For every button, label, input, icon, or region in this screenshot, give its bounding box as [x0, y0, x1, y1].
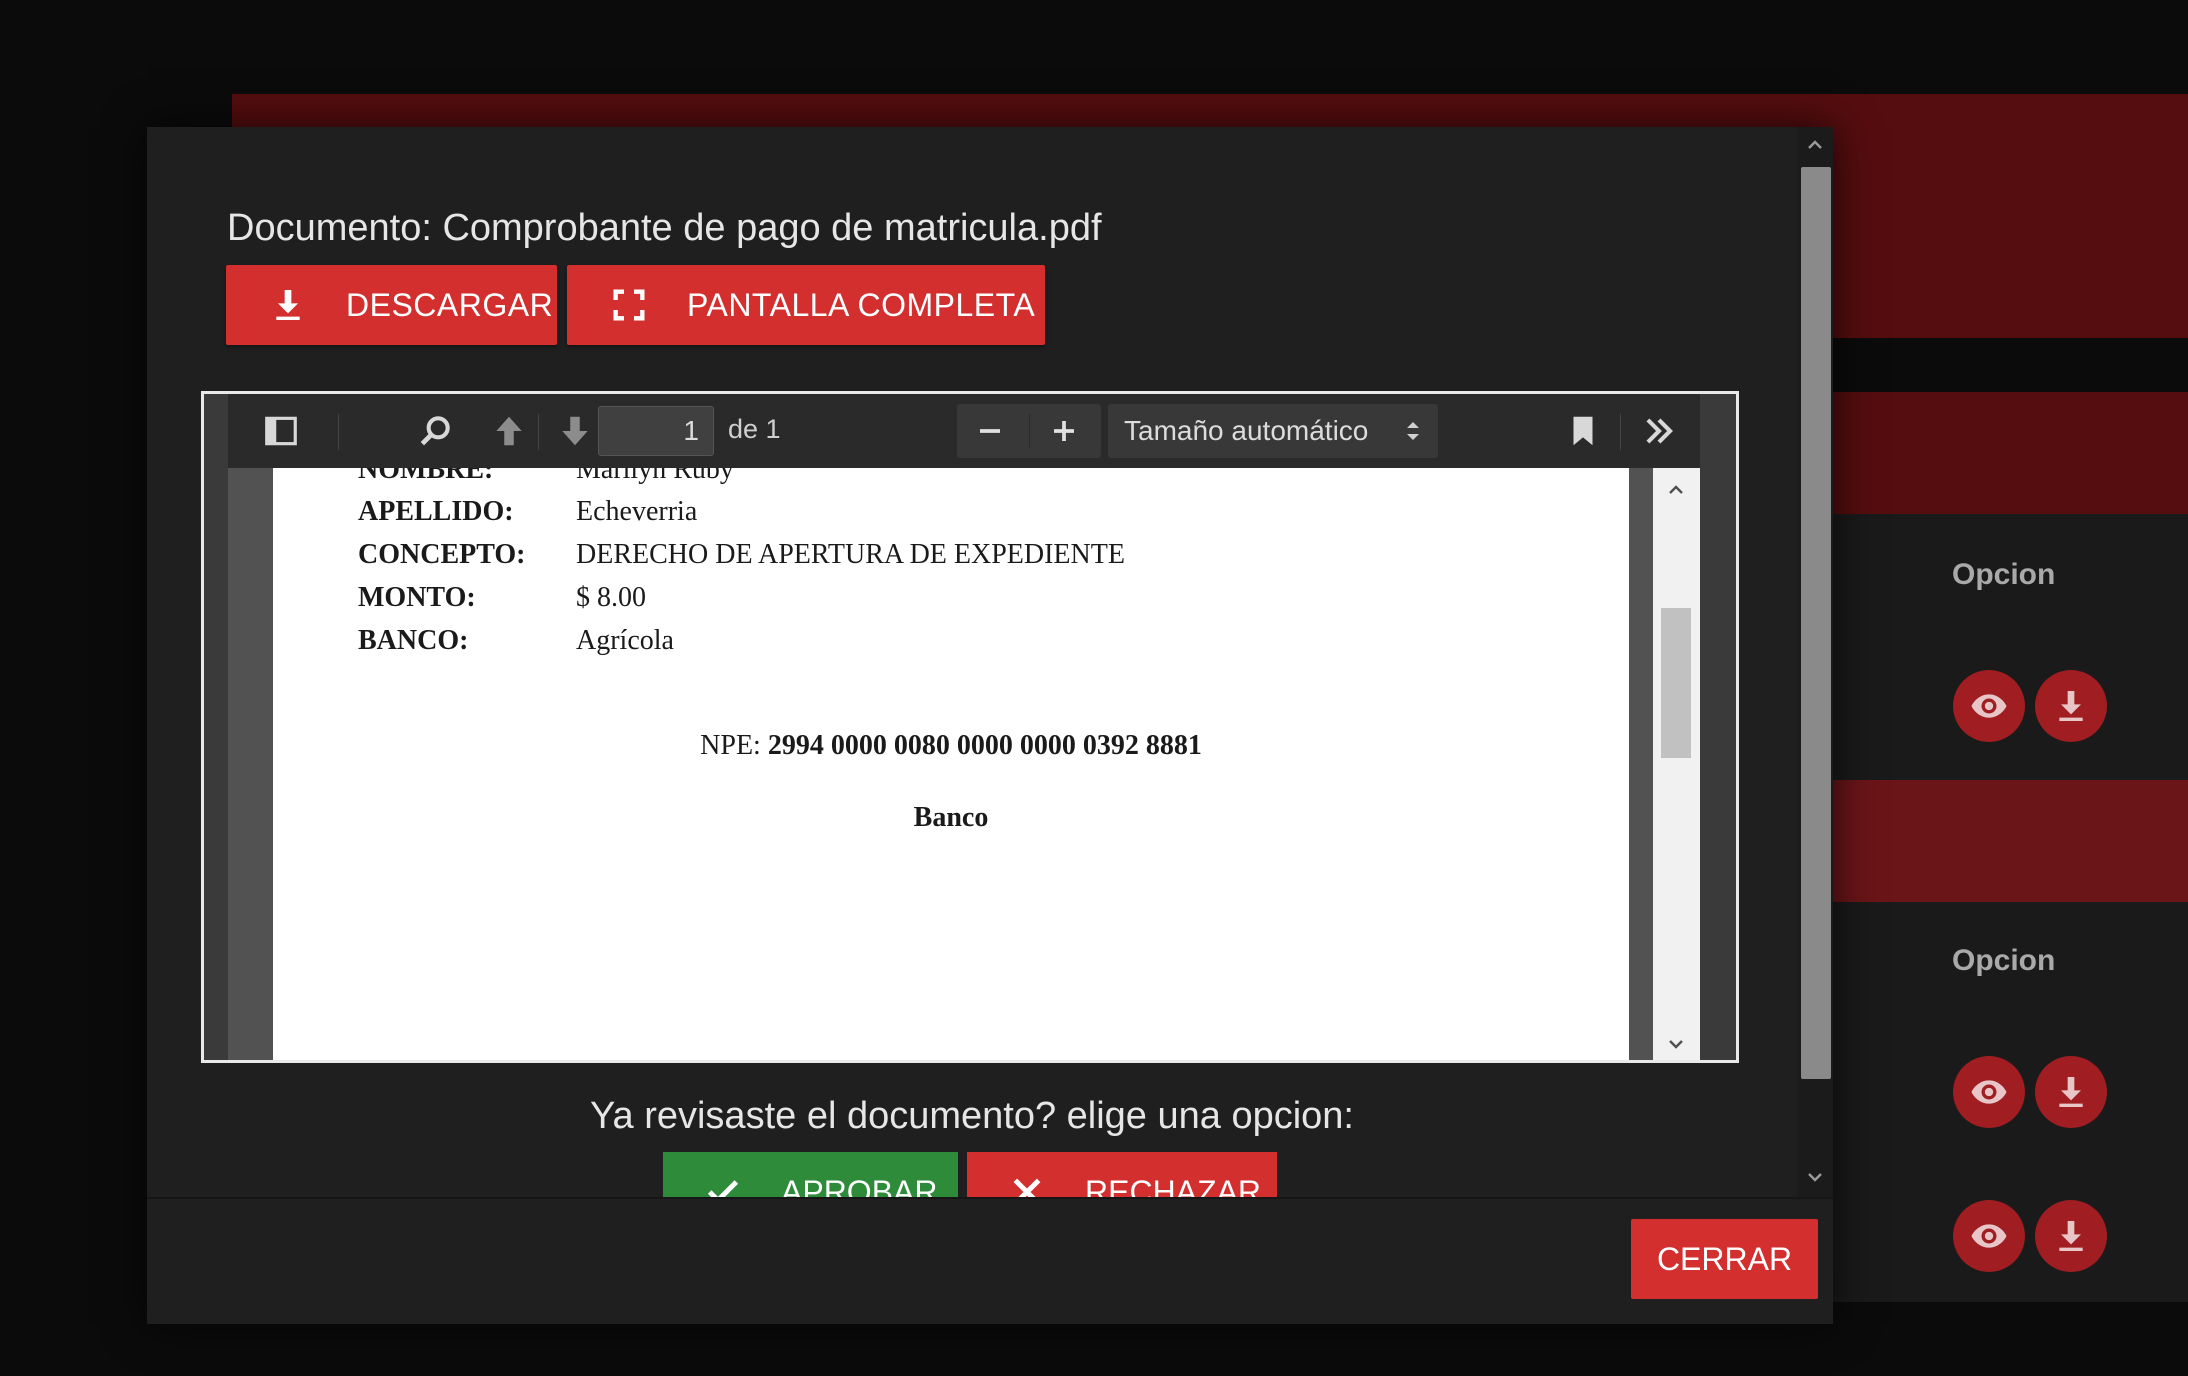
- scroll-down-icon[interactable]: [1805, 1167, 1825, 1187]
- eye-icon: [1971, 1080, 2007, 1104]
- document-title: Documento: Comprobante de pago de matric…: [227, 207, 1102, 249]
- zoom-out-icon[interactable]: [975, 416, 1005, 446]
- modal-scrollbar[interactable]: [1797, 127, 1833, 1197]
- pdf-scrollbar-thumb[interactable]: [1661, 608, 1691, 758]
- view-document-button[interactable]: [1953, 1056, 2025, 1128]
- review-question: Ya revisaste el documento? elige una opc…: [589, 1095, 1354, 1137]
- modal-scrollbar-thumb[interactable]: [1801, 167, 1831, 1079]
- toolbar-separator: [1029, 414, 1030, 448]
- pdf-field-key: CONCEPTO:: [358, 539, 526, 570]
- download-icon: [2059, 1077, 2083, 1107]
- fullscreen-button[interactable]: PANTALLA COMPLETA: [567, 265, 1045, 345]
- pdf-field-key: BANCO:: [358, 625, 469, 656]
- document-review-modal: Documento: Comprobante de pago de matric…: [147, 127, 1833, 1324]
- reject-button-label: RECHAZAR: [1085, 1173, 1262, 1198]
- pdf-viewer: 1 de 1 Tamaño automático NOMBRE: Marilyn…: [201, 391, 1739, 1063]
- pdf-scrollbar[interactable]: [1653, 468, 1700, 1060]
- option-column-header: Opcion: [1952, 558, 2056, 591]
- download-document-button[interactable]: [2035, 1200, 2107, 1272]
- approve-button[interactable]: APROBAR: [663, 1152, 958, 1197]
- scroll-down-icon[interactable]: [1666, 1034, 1686, 1054]
- close-button[interactable]: CERRAR: [1631, 1219, 1818, 1299]
- toolbar-separator: [338, 414, 339, 450]
- view-document-button[interactable]: [1953, 1200, 2025, 1272]
- modal-footer: CERRAR: [147, 1197, 1833, 1324]
- zoom-select-value: Tamaño automático: [1124, 415, 1369, 446]
- download-icon: [2059, 691, 2083, 721]
- pdf-field-key: NOMBRE:: [358, 468, 494, 485]
- eye-icon: [1971, 1224, 2007, 1248]
- pdf-field-value: DERECHO DE APERTURA DE EXPEDIENTE: [576, 539, 1125, 570]
- fullscreen-icon: [613, 289, 645, 321]
- pdf-field-value: Echeverria: [576, 496, 698, 527]
- pdf-field-value: Marilyn Ruby: [576, 468, 734, 485]
- toolbar-separator: [1620, 414, 1621, 450]
- scroll-up-icon[interactable]: [1805, 135, 1825, 155]
- pdf-page-container[interactable]: NOMBRE: Marilyn Ruby APELLIDO: Echeverri…: [228, 468, 1700, 1060]
- download-document-button[interactable]: [2035, 1056, 2107, 1128]
- next-page-icon[interactable]: [556, 412, 594, 450]
- modal-content: Documento: Comprobante de pago de matric…: [147, 127, 1797, 1197]
- option-column-header: Opcion: [1952, 944, 2056, 977]
- npe-label: NPE:: [700, 730, 768, 761]
- zoom-in-icon[interactable]: [1049, 416, 1079, 446]
- download-button-label: DESCARGAR: [346, 286, 554, 323]
- sidebar-toggle-icon[interactable]: [262, 412, 300, 450]
- search-icon[interactable]: [416, 412, 454, 450]
- page-number-input[interactable]: 1: [598, 406, 714, 456]
- tools-menu-icon[interactable]: [1640, 412, 1678, 450]
- download-icon: [2059, 1221, 2083, 1251]
- previous-page-icon[interactable]: [490, 412, 528, 450]
- background-card-body: [1833, 514, 2188, 780]
- bank-heading: Banco: [913, 802, 989, 833]
- npe-line: NPE: 2994 0000 0080 0000 0000 0392 8881: [273, 730, 1629, 762]
- pdf-toolbar: 1 de 1 Tamaño automático: [228, 394, 1700, 468]
- scroll-up-icon[interactable]: [1666, 480, 1686, 500]
- approve-button-label: APROBAR: [781, 1173, 938, 1198]
- pdf-field-key: MONTO:: [358, 582, 476, 613]
- close-icon: [1013, 1178, 1041, 1197]
- background-card-band: [1833, 780, 2188, 902]
- download-icon: [276, 290, 300, 320]
- zoom-buttons: [957, 404, 1101, 458]
- check-icon: [707, 1180, 739, 1197]
- pdf-page: NOMBRE: Marilyn Ruby APELLIDO: Echeverri…: [273, 468, 1629, 1060]
- download-button[interactable]: DESCARGAR: [226, 265, 557, 345]
- view-document-button[interactable]: [1953, 670, 2025, 742]
- background-card-band: [1833, 392, 2188, 514]
- pdf-field-value: $ 8.00: [576, 582, 646, 613]
- fullscreen-button-label: PANTALLA COMPLETA: [687, 286, 1036, 323]
- pdf-field-key: APELLIDO:: [358, 496, 514, 527]
- reject-button[interactable]: RECHAZAR: [967, 1152, 1277, 1197]
- npe-value: 2994 0000 0080 0000 0000 0392 8881: [767, 730, 1202, 761]
- download-document-button[interactable]: [2035, 670, 2107, 742]
- zoom-select[interactable]: Tamaño automático: [1108, 404, 1438, 458]
- toolbar-separator: [538, 414, 539, 450]
- bookmark-icon[interactable]: [1564, 412, 1602, 450]
- pdf-field-value: Agrícola: [576, 625, 674, 656]
- page-count-label: de 1: [728, 414, 781, 444]
- eye-icon: [1971, 694, 2007, 718]
- select-arrows-icon: [1407, 422, 1419, 440]
